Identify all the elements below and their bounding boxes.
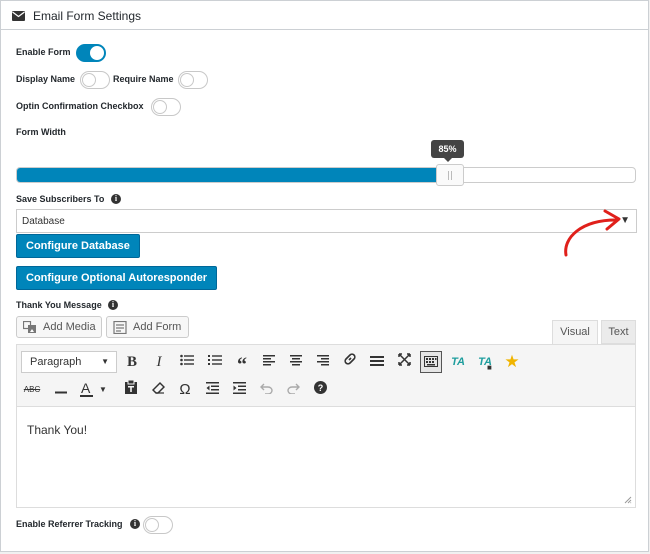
add-media-button[interactable]: Add Media [16,316,102,338]
toggle-knob [90,46,104,60]
require-name-label: Require Name [113,74,174,84]
info-icon[interactable]: i [108,300,118,310]
blockquote-icon[interactable]: “ [231,351,253,376]
configure-autoresponder-button[interactable]: Configure Optional Autoresponder [16,266,218,290]
editor-content[interactable]: Thank You! [27,423,87,437]
editor-toolbar: Paragraph ▼ B I “ TA TA ■ ★ ABC A ▼ Ω ? [17,345,635,407]
email-form-settings-panel: Email Form Settings Enable Form Display … [0,0,649,552]
paste-text-icon[interactable] [120,379,142,401]
fullscreen-icon[interactable] [393,351,415,373]
slider-handle[interactable] [436,164,464,186]
panel-title: Email Form Settings [33,9,142,23]
star-icon[interactable]: ★ [501,351,523,373]
add-form-label: Add Form [133,321,182,333]
info-icon[interactable]: i [130,519,140,529]
add-form-button[interactable]: Add Form [106,316,189,338]
configure-database-button[interactable]: Configure Database [16,234,140,258]
toggle-knob [145,518,159,532]
align-center-icon[interactable] [285,351,307,373]
red-arrow-annotation-icon [564,209,621,257]
slider-fill [17,168,451,182]
link-icon[interactable] [339,351,361,373]
toggle-knob [180,73,194,87]
tab-visual[interactable]: Visual [552,320,598,345]
clear-formatting-icon[interactable] [147,379,169,401]
enable-form-label: Enable Form [16,47,71,57]
referrer-tracking-label: Enable Referrer Tracking [16,519,123,529]
toolbar-toggle-icon[interactable] [420,351,442,373]
media-icon [23,321,36,333]
text-color-icon[interactable]: A ▼ [77,379,111,401]
tab-text[interactable]: Text [601,320,636,344]
align-left-icon[interactable] [258,351,280,373]
select-value: Database [22,216,65,227]
thrive-ta-add-icon[interactable]: TA ■ [474,351,496,373]
display-name-toggle[interactable] [80,71,110,89]
redo-icon[interactable] [282,379,304,401]
referrer-tracking-toggle[interactable] [143,516,173,534]
special-character-icon[interactable]: Ω [174,379,196,401]
toggle-knob [153,100,167,114]
thank-you-label: Thank You Message [16,300,102,310]
save-subscribers-select[interactable]: Database ▼ [16,209,637,233]
require-name-toggle[interactable] [178,71,208,89]
format-select[interactable]: Paragraph ▼ [21,351,117,373]
format-select-value: Paragraph [30,356,82,368]
bold-icon[interactable]: B [121,351,143,373]
horizontal-line-icon[interactable] [50,379,72,401]
optin-label: Optin Confirmation Checkbox [16,101,144,111]
outdent-icon[interactable] [201,379,223,401]
envelope-icon [12,11,25,21]
resize-handle-icon[interactable] [624,496,632,504]
help-icon[interactable]: ? [309,379,331,401]
slider-value-tooltip: 85% [431,140,464,162]
svg-text:?: ? [317,383,323,393]
undo-icon[interactable] [255,379,277,401]
optin-toggle[interactable] [151,98,181,116]
form-width-label: Form Width [16,127,66,137]
strikethrough-icon[interactable]: ABC [21,379,43,401]
chevron-down-icon: ▼ [101,357,109,366]
form-icon [113,321,127,334]
read-more-icon[interactable] [366,351,388,373]
indent-icon[interactable] [228,379,250,401]
toggle-knob [82,73,96,87]
info-icon[interactable]: i [111,194,121,204]
thank-you-editor[interactable]: Paragraph ▼ B I “ TA TA ■ ★ ABC A ▼ Ω ? … [16,344,636,508]
thrive-ta-icon[interactable]: TA [447,351,469,373]
align-right-icon[interactable] [312,351,334,373]
numbered-list-icon[interactable] [204,351,226,373]
enable-form-toggle[interactable] [76,44,106,62]
display-name-label: Display Name [16,74,76,84]
save-subscribers-label: Save Subscribers To [16,194,105,204]
add-media-label: Add Media [43,321,96,333]
italic-icon[interactable]: I [148,351,170,373]
bullet-list-icon[interactable] [176,351,198,373]
panel-header[interactable]: Email Form Settings [1,1,648,30]
form-width-slider[interactable] [16,167,636,183]
